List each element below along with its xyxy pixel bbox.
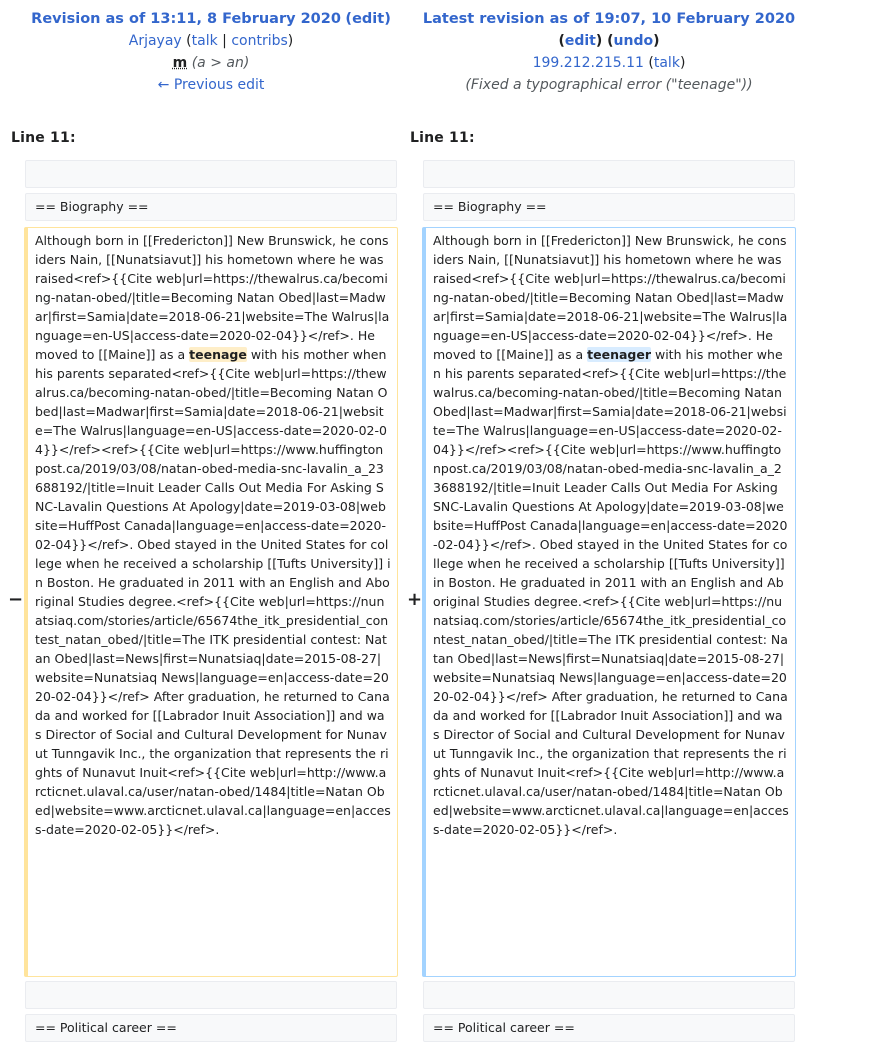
removed-text-after: with his mother when his parents separat… [35,347,391,837]
old-edit-link[interactable]: edit [352,11,384,27]
old-revision-header: Revision as of 13:11, 8 February 2020 (e… [31,11,391,93]
right-line-number: Line 11: [410,130,475,146]
previous-edit-link[interactable]: ← Previous edit [158,77,265,93]
left-empty-context-line [25,160,397,188]
new-user-link[interactable]: 199.212.215.11 [533,55,644,71]
old-user-talk-link[interactable]: talk [192,33,218,49]
removed-text-block: Although born in [[Fredericton]] New Bru… [24,227,398,977]
old-edit-summary: (a > an) [191,55,250,71]
removed-line-marker: − [8,589,24,610]
old-user-contribs-link[interactable]: contribs [231,33,287,49]
new-edit-link[interactable]: edit [565,33,596,49]
undo-link[interactable]: undo [614,33,654,49]
added-text-before: Although born in [[Fredericton]] New Bru… [433,233,788,362]
old-revision-title-link[interactable]: Revision as of 13:11, 8 February 2020 [31,11,341,27]
right-context-political-career: == Political career == [423,1014,795,1042]
right-empty-context-line-after [423,981,795,1009]
left-line-number: Line 11: [11,130,76,146]
right-empty-context-line [423,160,795,188]
left-context-political-career: == Political career == [25,1014,397,1042]
right-context-biography: == Biography == [423,193,795,221]
added-text-after: with his mother when his parents separat… [433,347,789,837]
added-word-highlight: teenager [587,347,651,362]
new-revision-title-link[interactable]: Latest revision as of 19:07, 10 February… [423,11,795,27]
added-line-marker: + [407,589,423,610]
left-empty-context-line-after [25,981,397,1009]
left-context-biography: == Biography == [25,193,397,221]
new-edit-summary: (Fixed a typographical error ("teenage")… [465,77,753,93]
minor-edit-badge: m [172,55,188,71]
new-user-talk-link[interactable]: talk [654,55,680,71]
removed-word-highlight: teenage [189,347,247,362]
added-text-block: Although born in [[Fredericton]] New Bru… [422,227,796,977]
new-revision-header: Latest revision as of 19:07, 10 February… [422,11,796,93]
old-user-link[interactable]: Arjayay [129,33,182,49]
removed-text-before: Although born in [[Fredericton]] New Bru… [35,233,390,362]
